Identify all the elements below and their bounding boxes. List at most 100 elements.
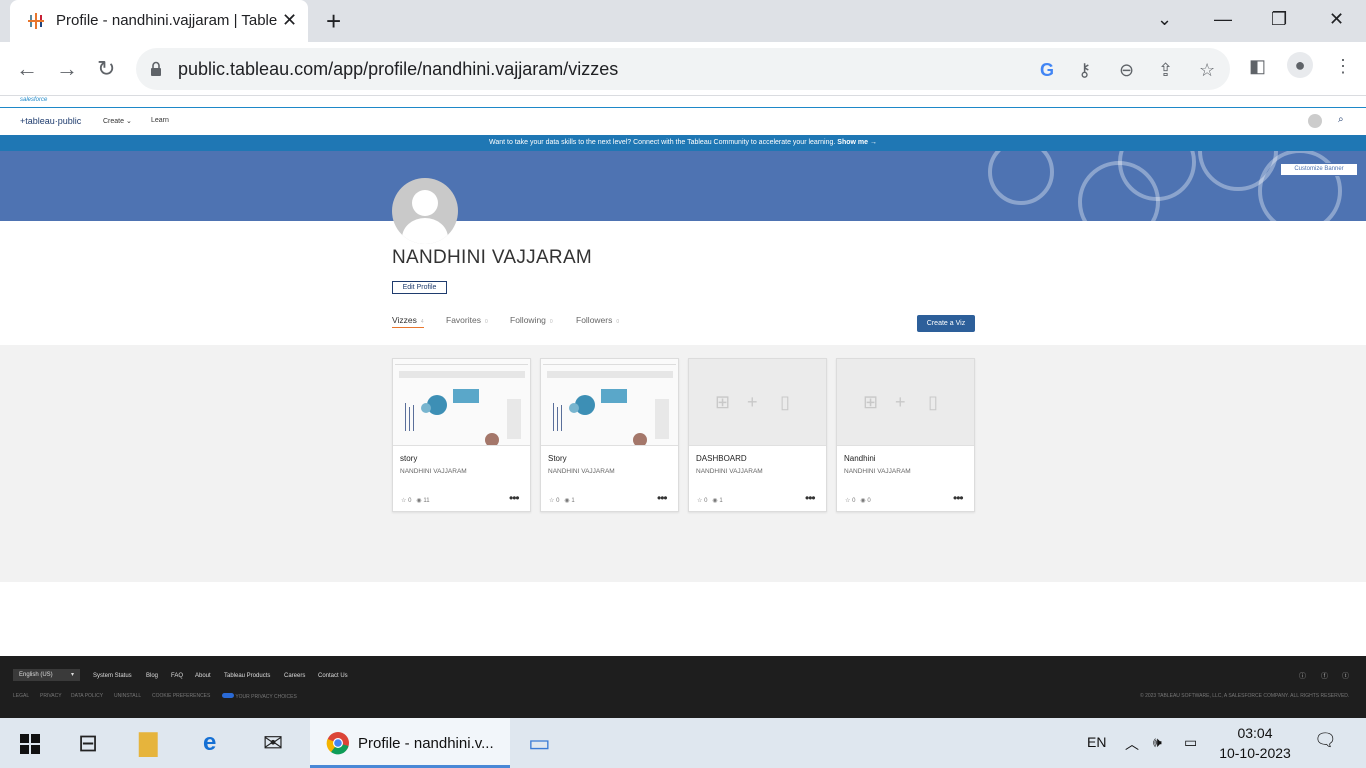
footer-link-system-status[interactable]: System Status — [93, 673, 132, 679]
restore-icon[interactable]: ❐ — [1271, 9, 1287, 30]
privacy-toggle-icon — [222, 693, 234, 698]
share-icon[interactable]: ⇪ — [1158, 60, 1173, 81]
nav-create[interactable]: Create ⌄ — [103, 117, 132, 125]
task-view-icon[interactable]: ⊟ — [78, 729, 98, 758]
window-close-icon[interactable]: ✕ — [1329, 9, 1344, 30]
customize-banner-button[interactable]: Customize Banner — [1280, 163, 1358, 176]
chevron-down-icon: ⌄ — [124, 118, 132, 125]
viz-stats: ☆ 0 ◉ 1 — [697, 498, 723, 504]
user-avatar-icon[interactable] — [1308, 114, 1322, 128]
footer-link-faq[interactable]: FAQ — [171, 673, 183, 679]
edge-icon[interactable]: e — [203, 729, 216, 757]
hidden-icons-chevron-icon[interactable]: ︿ — [1125, 734, 1139, 754]
grid-icon: ⊞ — [863, 392, 879, 412]
reload-icon[interactable]: ↻ — [97, 56, 115, 82]
twitter-icon[interactable]: ⓣ — [1342, 671, 1349, 681]
more-options-icon[interactable]: ••• — [953, 491, 964, 505]
mail-icon[interactable]: ✉ — [263, 729, 283, 758]
bookmark-star-icon[interactable]: ☆ — [1199, 60, 1215, 81]
viz-card[interactable]: Story NANDHINI VAJJARAM ☆ 0 ◉ 1 ••• — [540, 358, 679, 512]
viz-thumbnail[interactable] — [393, 359, 530, 446]
tab-close-icon[interactable]: ✕ — [282, 10, 297, 31]
remote-desktop-icon[interactable]: ▭ — [528, 729, 551, 758]
tab-search-icon[interactable]: ⌄ — [1157, 9, 1172, 30]
zoom-icon[interactable]: ⊖ — [1119, 60, 1134, 81]
battery-icon[interactable]: ▭ — [1184, 734, 1197, 751]
back-icon[interactable]: ← — [16, 56, 38, 82]
new-tab-button[interactable]: + — [326, 6, 341, 37]
footer-cookie-link[interactable]: COOKIE PREFERENCES — [152, 693, 210, 699]
viz-placeholder-thumbnail[interactable]: ⊞ + ▯ — [689, 359, 826, 446]
star-icon: ☆ — [697, 498, 703, 504]
viz-title[interactable]: Story — [548, 454, 567, 463]
viz-title[interactable]: story — [400, 454, 417, 463]
footer-link-blog[interactable]: Blog — [146, 673, 158, 679]
more-options-icon[interactable]: ••• — [805, 491, 816, 505]
file-explorer-icon[interactable]: ▇ — [139, 729, 157, 758]
input-language[interactable]: EN — [1087, 734, 1106, 750]
viz-author[interactable]: NANDHINI VAJJARAM — [400, 468, 467, 475]
nav-learn[interactable]: Learn — [151, 117, 169, 124]
footer-privacy-link[interactable]: PRIVACY — [40, 693, 62, 699]
tab-vizzes[interactable]: Vizzes 4 — [392, 315, 424, 328]
taskbar-chrome-label: Profile - nandhini.v... — [358, 735, 494, 752]
viz-card[interactable]: story NANDHINI VAJJARAM ☆ 0 ◉ 11 ••• — [392, 358, 531, 512]
language-select[interactable]: English (US) ▾ — [13, 669, 80, 681]
windows-taskbar: ⊟ ▇ e ✉ Profile - nandhini.v... ▭ EN ︿ 🕪… — [0, 718, 1366, 768]
side-panel-icon[interactable]: ◧ — [1249, 56, 1266, 77]
more-options-icon[interactable]: ••• — [657, 491, 668, 505]
address-bar[interactable]: public.tableau.com/app/profile/nandhini.… — [136, 48, 1230, 90]
lock-icon — [151, 61, 161, 76]
tab-followers[interactable]: Followers 0 — [576, 315, 619, 325]
tableau-public-logo[interactable]: +tableau·public — [20, 116, 81, 126]
footer-link-contact-us[interactable]: Contact Us — [318, 673, 348, 679]
google-lens-icon[interactable]: G — [1040, 60, 1054, 81]
create-viz-button[interactable]: Create a Viz — [917, 315, 975, 332]
viz-author[interactable]: NANDHINI VAJJARAM — [548, 468, 615, 475]
tab-favorites[interactable]: Favorites 0 — [446, 315, 488, 325]
viz-placeholder-thumbnail[interactable]: ⊞ + ▯ — [837, 359, 974, 446]
more-options-icon[interactable]: ••• — [509, 491, 520, 505]
footer-uninstall-link[interactable]: UNINSTALL — [114, 693, 141, 699]
taskbar-chrome-app[interactable]: Profile - nandhini.v... — [310, 718, 510, 768]
footer-legal-link[interactable]: LEGAL — [13, 693, 29, 699]
clock-time: 03:04 — [1237, 725, 1273, 741]
viz-title[interactable]: DASHBOARD — [696, 454, 747, 463]
profile-avatar-icon[interactable]: ● — [1287, 52, 1313, 78]
plus-icon: + — [895, 392, 906, 412]
edit-profile-button[interactable]: Edit Profile — [392, 281, 447, 294]
taskbar-clock[interactable]: 03:04 10-10-2023 — [1210, 723, 1300, 763]
url-text[interactable]: public.tableau.com/app/profile/nandhini.… — [178, 59, 618, 80]
viz-title[interactable]: Nandhini — [844, 454, 876, 463]
minimize-icon[interactable]: — — [1214, 9, 1232, 30]
footer-link-careers[interactable]: Careers — [284, 673, 305, 679]
search-icon[interactable]: ⌕ — [1338, 114, 1344, 125]
viz-card[interactable]: ⊞ + ▯ Nandhini NANDHINI VAJJARAM ☆ 0 ◉ 0… — [836, 358, 975, 512]
volume-icon[interactable]: 🕪 — [1153, 734, 1162, 751]
password-key-icon[interactable]: ⚷ — [1078, 60, 1091, 81]
viz-stats: ☆ 0 ◉ 11 — [401, 498, 430, 504]
browser-tab-strip: Profile - nandhini.vajjaram | Table ✕ + … — [0, 0, 1366, 42]
chrome-menu-icon[interactable]: ⋮ — [1334, 56, 1352, 77]
tab-following[interactable]: Following 0 — [510, 315, 553, 325]
linkedin-icon[interactable]: ⓘ — [1299, 671, 1306, 681]
eye-icon: ◉ — [564, 498, 570, 504]
footer-link-about[interactable]: About — [195, 673, 211, 679]
windows-start-icon[interactable] — [20, 734, 40, 754]
salesforce-logo[interactable]: salesforce — [20, 97, 47, 103]
forward-icon[interactable]: → — [56, 56, 78, 82]
footer-privacy-choices-link[interactable]: YOUR PRIVACY CHOICES — [222, 693, 297, 700]
viz-card[interactable]: ⊞ + ▯ DASHBOARD NANDHINI VAJJARAM ☆ 0 ◉ … — [688, 358, 827, 512]
salesforce-strip: salesforce — [0, 96, 1366, 108]
browser-tab[interactable]: Profile - nandhini.vajjaram | Table ✕ — [10, 0, 308, 42]
facebook-icon[interactable]: ⓕ — [1321, 671, 1328, 681]
eye-icon: ◉ — [416, 498, 422, 504]
eye-icon: ◉ — [860, 498, 866, 504]
footer-link-tableau-products[interactable]: Tableau Products — [224, 673, 270, 679]
notification-icon[interactable]: 🗨 — [1314, 730, 1337, 751]
show-me-link[interactable]: Show me → — [837, 139, 877, 146]
viz-author[interactable]: NANDHINI VAJJARAM — [696, 468, 763, 475]
viz-thumbnail[interactable] — [541, 359, 678, 446]
viz-author[interactable]: NANDHINI VAJJARAM — [844, 468, 911, 475]
footer-data-policy-link[interactable]: DATA POLICY — [71, 693, 103, 699]
